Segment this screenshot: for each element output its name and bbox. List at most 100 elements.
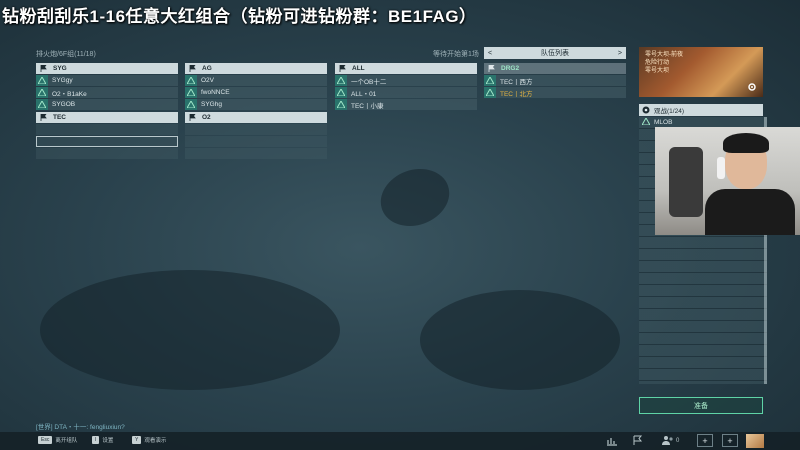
team-name: SYG	[53, 65, 67, 72]
background-rubble-right	[420, 290, 620, 390]
flag-icon[interactable]	[632, 435, 644, 446]
hint-settings[interactable]: I 设置	[92, 436, 113, 444]
team-list-title: 队伍列表	[541, 50, 569, 57]
rank-triangle-icon	[335, 75, 347, 86]
player-row[interactable]: TEC丨小康	[335, 99, 477, 110]
map-preview-card[interactable]: 零号大坝-前夜 危险行动 零号大坝	[639, 47, 763, 97]
player-name: SYGhg	[201, 101, 222, 108]
key-esc: Esc	[38, 436, 53, 444]
stream-title: 钻粉刮刮乐1-16任意大红组合（钻粉可进钻粉群：BE1FAG）	[2, 7, 477, 26]
rank-triangle-icon	[335, 87, 347, 98]
flag-icon	[339, 65, 346, 72]
rank-triangle-icon	[36, 87, 48, 98]
server-label: 排火炮/6F组(11/18)	[36, 51, 96, 58]
avatar[interactable]	[746, 434, 764, 448]
team-card-all: ALL 一个OB十二 ALL・01 TEC丨小康	[335, 63, 477, 110]
wait-status: 等待开始第1场	[433, 51, 479, 58]
mode-name: 危险行动	[645, 60, 670, 66]
background-satellite-dish	[372, 159, 458, 236]
player-name: fwoNNCE	[201, 89, 230, 96]
add-button[interactable]: +	[697, 434, 713, 447]
player-row-self[interactable]: TEC丨北方	[484, 87, 626, 98]
map-subtitle: 零号大坝	[645, 68, 670, 74]
eye-icon	[642, 106, 650, 114]
webcam-person-hair	[723, 133, 769, 153]
team-list-prev-button[interactable]: <	[488, 50, 492, 57]
team-header-ag[interactable]: AG	[185, 63, 327, 74]
empty-slot[interactable]	[36, 124, 178, 135]
team-list-header: < 队伍列表 >	[484, 47, 626, 59]
background-rubble	[40, 270, 340, 390]
empty-slot[interactable]	[36, 148, 178, 159]
player-name: ALL・01	[351, 90, 377, 98]
player-name: SYGOB	[52, 101, 76, 108]
team-header-all[interactable]: ALL	[335, 63, 477, 74]
team-card-drg2: DRG2 TEC丨西方 TEC丨北方	[484, 63, 626, 98]
map-name: 零号大坝-前夜	[645, 52, 683, 58]
team-name: ALL	[352, 65, 365, 72]
player-name: 一个OB十二	[351, 78, 387, 86]
add-friend-button[interactable]: +	[722, 434, 738, 447]
stats-icon[interactable]	[606, 435, 618, 446]
player-row[interactable]: SYGgy	[36, 75, 178, 86]
rank-triangle-icon	[185, 75, 197, 86]
flag-icon	[488, 65, 495, 72]
rank-triangle-icon	[484, 75, 496, 86]
player-row[interactable]: ALL・01	[335, 87, 477, 98]
users-icon	[662, 436, 673, 445]
bottom-bar: Esc 离开组队 I 设置 Y 观看演示 0 + +	[0, 432, 800, 450]
player-name: O2V	[201, 77, 215, 84]
online-count[interactable]: 0	[662, 435, 679, 446]
player-row[interactable]: fwoNNCE	[185, 87, 327, 98]
team-header-drg2[interactable]: DRG2	[484, 63, 626, 74]
team-header-o2[interactable]: O2	[185, 112, 327, 123]
team-header-tec[interactable]: TEC	[36, 112, 178, 123]
rank-triangle-icon	[36, 99, 48, 110]
chat-message: [世界] DTA・十一: fengliuxiun?	[36, 424, 125, 431]
webcam-person-body	[705, 189, 795, 235]
team-name: TEC	[53, 114, 66, 121]
team-list-next-button[interactable]: >	[618, 50, 622, 57]
flag-icon	[40, 114, 47, 121]
flag-icon	[40, 65, 47, 72]
player-name: TEC丨小康	[351, 102, 384, 110]
spectator-label: 观战(1/24)	[654, 108, 684, 115]
team-card-ag: AG O2V fwoNNCE SYGhg	[185, 63, 327, 110]
empty-slot[interactable]	[185, 124, 327, 135]
ready-button[interactable]: 准备	[639, 397, 763, 414]
join-slot[interactable]	[36, 136, 178, 147]
gear-icon[interactable]	[747, 82, 757, 92]
player-row[interactable]: SYGhg	[185, 99, 327, 110]
team-card-syg: SYG SYGgy O2・B1aKe SYGOB	[36, 63, 178, 110]
rank-triangle-icon	[185, 99, 197, 110]
player-row[interactable]: SYGOB	[36, 99, 178, 110]
spectator-header: 观战(1/24)	[639, 104, 763, 116]
empty-slot[interactable]	[185, 148, 327, 159]
team-name: O2	[202, 114, 211, 121]
empty-slot[interactable]	[185, 136, 327, 147]
webcam-headphones	[717, 157, 725, 179]
rank-triangle-icon	[185, 87, 197, 98]
hint-label: 设置	[102, 438, 114, 444]
player-row[interactable]: TEC丨西方	[484, 75, 626, 86]
webcam-background-chair	[669, 147, 703, 217]
team-card-tec: TEC	[36, 112, 178, 159]
streamer-webcam	[655, 127, 800, 235]
hint-label: 观看演示	[144, 438, 167, 444]
rank-triangle-icon	[641, 116, 651, 127]
hint-demo[interactable]: Y 观看演示	[132, 436, 166, 444]
team-name: DRG2	[501, 65, 520, 72]
player-name: O2・B1aKe	[52, 90, 87, 98]
team-header-syg[interactable]: SYG	[36, 63, 178, 74]
flag-icon	[189, 114, 196, 121]
online-count-value: 0	[676, 437, 680, 444]
flag-icon	[189, 65, 196, 72]
player-name: TEC丨西方	[500, 78, 533, 86]
hint-leave[interactable]: Esc 离开组队	[38, 436, 77, 444]
player-row[interactable]: 一个OB十二	[335, 75, 477, 86]
rank-triangle-icon	[335, 99, 347, 110]
player-row[interactable]: O2V	[185, 75, 327, 86]
player-row[interactable]: O2・B1aKe	[36, 87, 178, 98]
rank-triangle-icon	[484, 87, 496, 98]
team-name: AG	[202, 65, 212, 72]
